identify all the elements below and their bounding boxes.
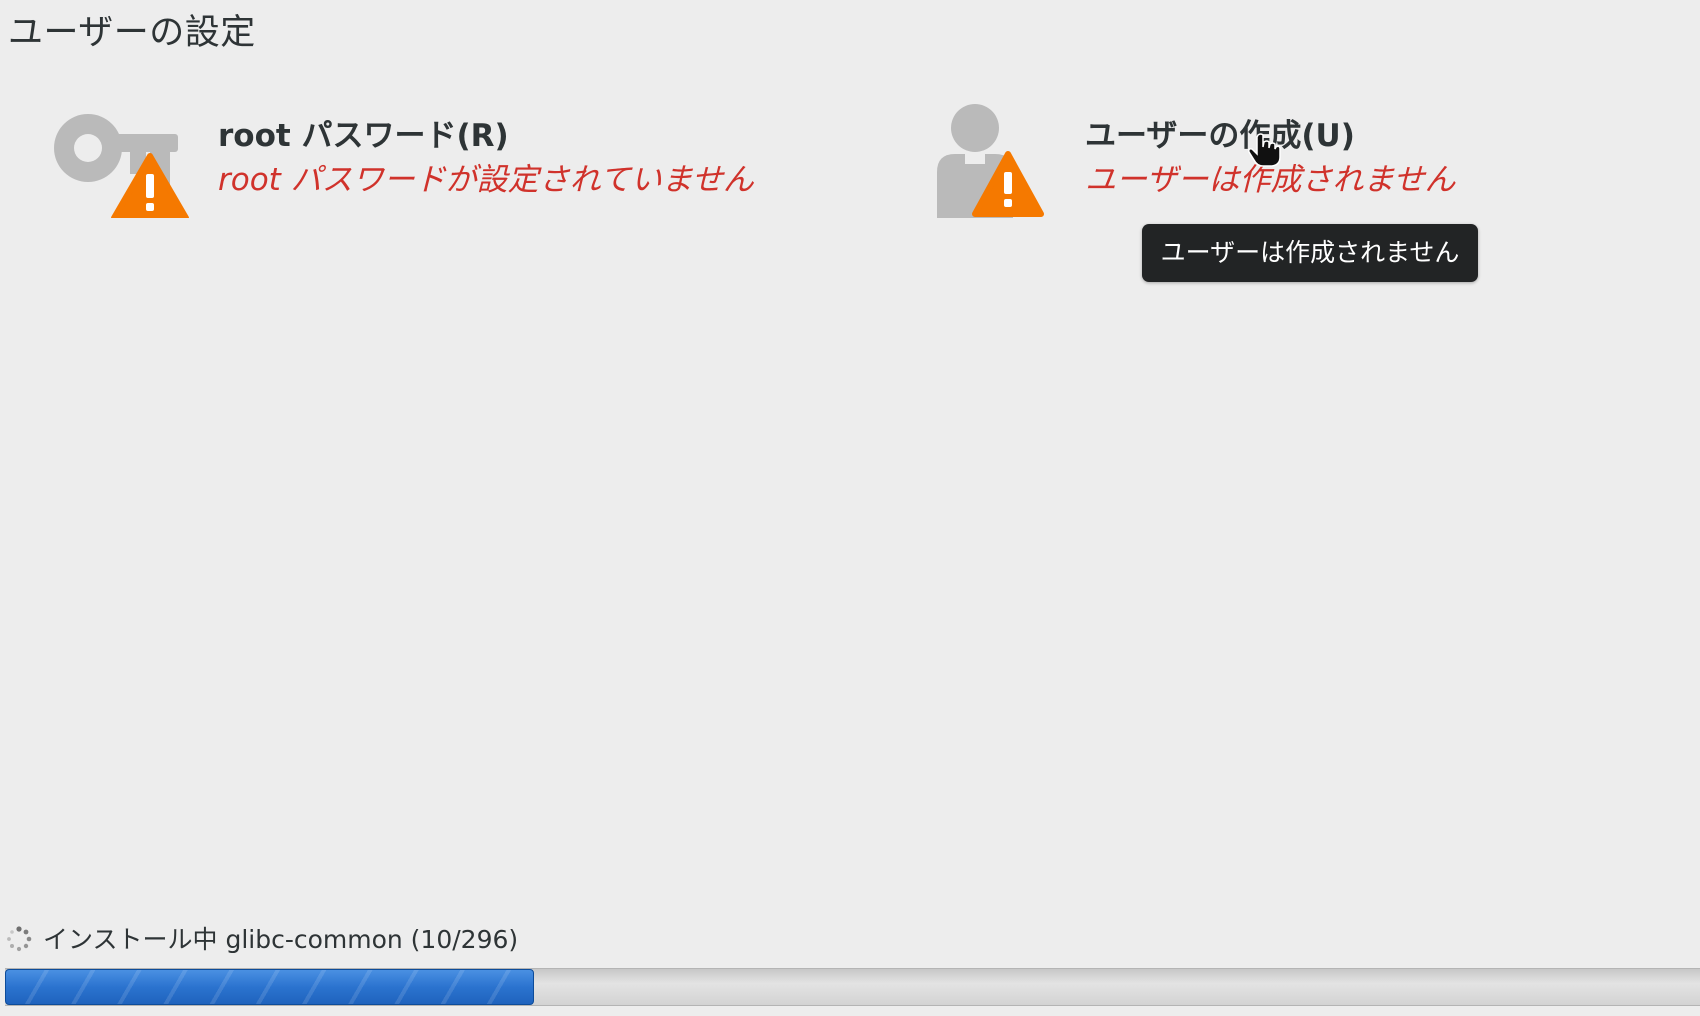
key-warning-icon	[50, 108, 190, 221]
root-password-spoke[interactable]: root パスワード(R) root パスワードが設定されていません	[40, 88, 800, 228]
progress-label: インストール中 glibc-common (10/296)	[43, 925, 519, 954]
install-progress: インストール中 glibc-common (10/296)	[0, 918, 1700, 1016]
user-warning-icon	[935, 102, 1045, 218]
user-creation-tooltip: ユーザーは作成されません	[1142, 224, 1478, 282]
spinner-icon	[6, 926, 32, 952]
user-creation-title[interactable]: ユーザーの作成(U)	[1085, 110, 1355, 155]
page-title: ユーザーの設定	[8, 13, 256, 53]
root-password-title[interactable]: root パスワード(R)	[218, 110, 509, 155]
progress-bar-fill	[5, 969, 534, 1005]
hand-cursor-icon	[1247, 133, 1281, 167]
root-password-status: root パスワードが設定されていません	[218, 162, 754, 198]
user-creation-spoke[interactable]: ユーザーの作成(U) ユーザーは作成されません	[925, 88, 1525, 228]
progress-bar	[5, 968, 1700, 1006]
